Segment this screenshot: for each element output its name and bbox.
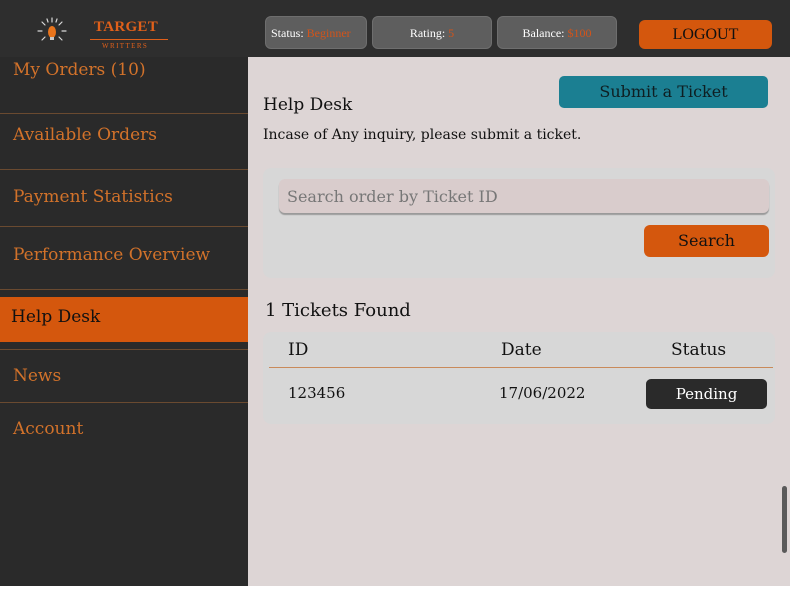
sidebar-item-label: Account — [13, 419, 84, 439]
rating-value: 5 — [448, 26, 455, 40]
page-description: Incase of Any inquiry, please submit a t… — [263, 127, 582, 143]
table-divider — [269, 367, 773, 368]
logo-subtitle: WRITTERS — [102, 42, 149, 50]
rating-pill: Rating: 5 — [372, 16, 492, 49]
status-value: Beginner — [306, 26, 351, 40]
sidebar-item-label: Performance Overview — [13, 245, 211, 265]
top-bar: TARGET WRITTERS Status: Beginner Rating:… — [0, 0, 790, 57]
app-window: TARGET WRITTERS Status: Beginner Rating:… — [0, 0, 792, 590]
logo-title: TARGET — [94, 19, 159, 35]
logo[interactable]: TARGET WRITTERS — [4, 6, 168, 54]
sidebar-item-label: Help Desk — [11, 307, 101, 327]
balance-label: Balance: — [522, 26, 565, 40]
column-header-date: Date — [501, 340, 542, 360]
ticket-id: 123456 — [288, 384, 346, 402]
column-header-id: ID — [288, 340, 309, 360]
sidebar-item-label: News — [13, 366, 62, 386]
sidebar-item-performance-overview[interactable]: Performance Overview — [0, 227, 248, 290]
logout-button[interactable]: LOGOUT — [639, 20, 772, 49]
sidebar-item-my-orders[interactable]: My Orders (10) — [0, 57, 248, 114]
tickets-table: ID Date Status 123456 17/06/2022 Pending — [263, 332, 775, 424]
status-label: Status: — [271, 26, 304, 40]
scrollbar-thumb[interactable] — [782, 486, 787, 553]
submit-ticket-button[interactable]: Submit a Ticket — [559, 76, 768, 108]
balance-pill: Balance: $100 — [497, 16, 617, 49]
search-button[interactable]: Search — [644, 225, 769, 257]
column-header-status: Status — [671, 340, 727, 360]
rating-label: Rating: — [409, 26, 446, 40]
balance-value: $100 — [567, 26, 592, 40]
search-input[interactable] — [279, 179, 769, 213]
lightbulb-icon — [37, 17, 67, 41]
status-badge: Pending — [646, 379, 767, 409]
sidebar-item-account[interactable]: Account — [0, 404, 248, 454]
ticket-date: 17/06/2022 — [499, 384, 586, 402]
sidebar-item-available-orders[interactable]: Available Orders — [0, 114, 248, 170]
sidebar-item-payment-statistics[interactable]: Payment Statistics — [0, 170, 248, 227]
sidebar-item-news[interactable]: News — [0, 349, 248, 403]
main-content: Submit a Ticket Help Desk Incase of Any … — [248, 57, 790, 586]
tickets-found-count: 1 Tickets Found — [265, 300, 411, 321]
page-title: Help Desk — [263, 95, 353, 115]
sidebar-item-label: My Orders (10) — [13, 60, 146, 80]
search-panel: Search — [263, 168, 775, 278]
sidebar: My Orders (10) Available Orders Payment … — [0, 57, 248, 586]
sidebar-item-help-desk[interactable]: Help Desk — [0, 297, 248, 342]
sidebar-item-label: Available Orders — [13, 125, 157, 145]
status-pill: Status: Beginner — [265, 16, 367, 49]
logo-divider — [90, 39, 168, 40]
sidebar-item-label: Payment Statistics — [13, 187, 173, 207]
